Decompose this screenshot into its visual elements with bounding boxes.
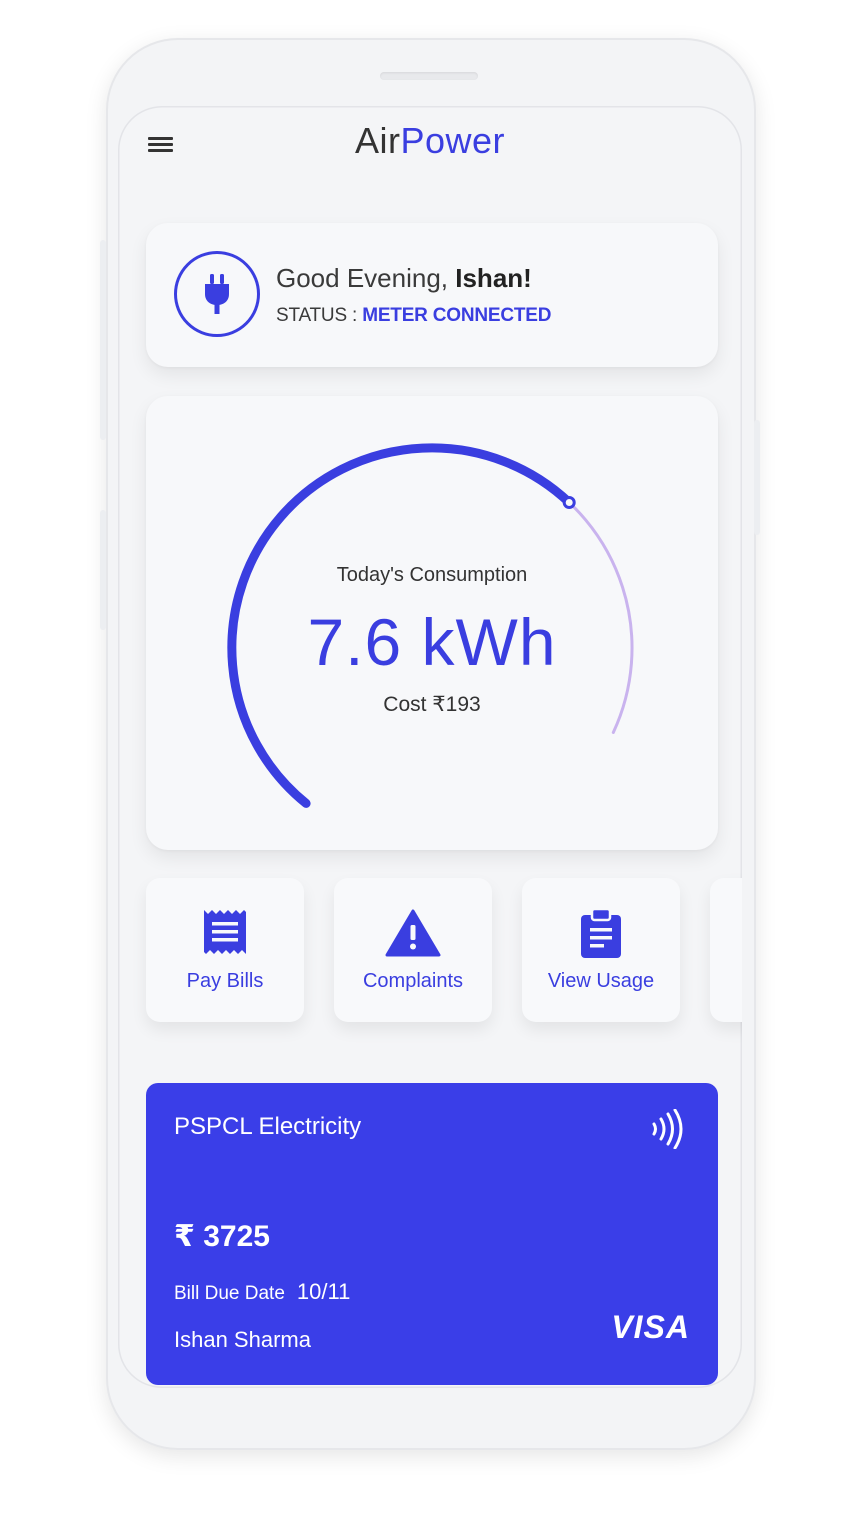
greeting-text: Good Evening, Ishan! (276, 263, 532, 294)
status-card: Good Evening, Ishan! STATUS : METER CONN… (146, 223, 718, 367)
meter-status: STATUS : METER CONNECTED (276, 305, 552, 327)
bill-due: Bill Due Date 10/11 (174, 1279, 350, 1305)
user-name: Ishan! (455, 263, 532, 293)
bill-card[interactable]: PSPCL Electricity ₹ 3725 Bill Due Date 10… (146, 1083, 718, 1385)
view-usage-button[interactable]: View Usage (522, 878, 680, 1022)
logo-part2: Power (400, 120, 506, 161)
gauge-knob (562, 496, 576, 509)
card-holder-name: Ishan Sharma (174, 1327, 311, 1352)
plug-icon (174, 251, 260, 337)
consumption-value: 7.6 kWh (307, 605, 557, 679)
bill-due-label: Bill Due Date (174, 1283, 285, 1304)
more-action-card-partial[interactable] (710, 878, 742, 1022)
app-logo: AirPower (118, 120, 742, 162)
pay-bills-button[interactable]: Pay Bills (146, 878, 304, 1022)
bill-amount: ₹ 3725 (174, 1220, 270, 1253)
phone-power-button (754, 420, 760, 535)
bill-due-value: 10/11 (296, 1279, 351, 1304)
status-label: STATUS : (276, 305, 358, 326)
warning-icon (334, 908, 492, 960)
pay-bills-label: Pay Bills (186, 970, 264, 992)
consumption-card: Today's Consumption 7.6 kWh Cost ₹193 (146, 396, 718, 850)
clipboard-icon (522, 908, 680, 960)
phone-side-button (100, 510, 106, 630)
greeting-label: Good Evening, (276, 263, 449, 293)
bill-provider: PSPCL Electricity (174, 1113, 362, 1140)
logo-part1: Air (354, 120, 401, 161)
complaints-button[interactable]: Complaints (334, 878, 492, 1022)
complaints-label: Complaints (362, 970, 464, 992)
visa-logo: VISA (611, 1309, 690, 1345)
view-usage-label: View Usage (547, 970, 655, 992)
consumption-cost: Cost ₹193 (383, 693, 481, 716)
status-value: METER CONNECTED (362, 305, 552, 326)
contactless-icon (650, 1108, 684, 1154)
phone-side-button (100, 240, 106, 440)
phone-speaker (380, 72, 478, 80)
app-screen: AirPower Good Evening, Ishan! STATUS : M… (118, 106, 742, 1388)
receipt-icon (146, 908, 304, 960)
consumption-title: Today's Consumption (336, 564, 528, 586)
